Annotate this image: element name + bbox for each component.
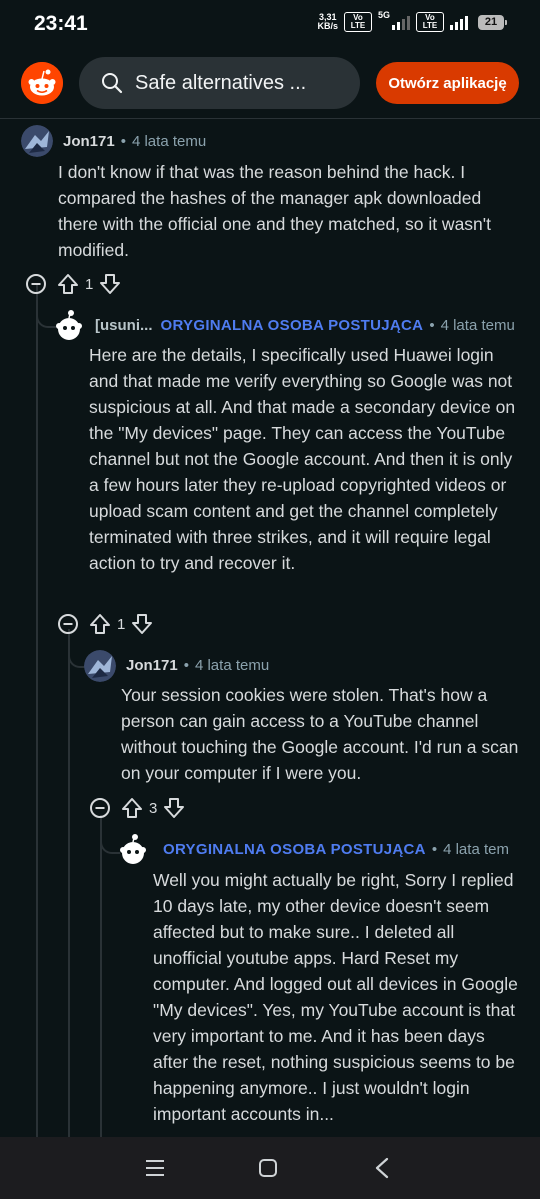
comment-meta: ORYGINALNA OSOBA POSTUJĄCA • 4 lata temu <box>155 841 510 858</box>
home-icon[interactable] <box>258 1158 278 1178</box>
clock: 23:41 <box>34 12 88 35</box>
reddit-logo-icon[interactable] <box>21 62 63 104</box>
volte-badge: Vo LTE <box>343 12 372 32</box>
open-app-button[interactable]: Otwórz aplikację <box>376 62 519 104</box>
back-icon[interactable] <box>373 1157 391 1179</box>
network-speed: 3,31 KB/s <box>317 13 338 31</box>
status-bar: 23:41 3,31 KB/s Vo LTE 5G Vo LTE 21 <box>0 0 540 48</box>
username[interactable]: [usuni... <box>95 317 153 334</box>
comment-body: Well you might actually be right, Sorry … <box>153 870 518 1124</box>
thread-line <box>100 819 102 1137</box>
recents-icon[interactable] <box>144 1158 166 1178</box>
network-type: 5G <box>377 10 390 20</box>
avatar[interactable] <box>84 650 116 682</box>
collapse-icon[interactable] <box>89 797 111 819</box>
username[interactable]: Jon171 <box>63 133 115 150</box>
comment-meta: Jon171 • 4 lata temu <box>63 133 207 150</box>
comment-meta: [usuni... ORYGINALNA OSOBA POSTUJĄCA • 4… <box>95 317 515 334</box>
search-text: Safe alternatives ... <box>135 71 307 94</box>
signal-icon <box>392 14 410 30</box>
comment-actions: 1 <box>25 270 123 298</box>
comment-body: Your session cookies were stolen. That's… <box>121 685 519 783</box>
vote-count: 1 <box>85 275 94 293</box>
search-bar[interactable]: Safe alternatives ... <box>79 57 360 109</box>
snoo-avatar-icon[interactable] <box>52 309 86 343</box>
vote-count: 3 <box>149 799 158 817</box>
username[interactable]: Jon171 <box>126 657 178 674</box>
thread-line <box>68 633 70 1137</box>
thread-line <box>36 289 38 1137</box>
system-nav-bar <box>0 1137 540 1199</box>
comment-body: Here are the details, I specifically use… <box>89 345 516 573</box>
search-icon <box>102 73 123 94</box>
timestamp: 4 lata temu <box>440 317 515 334</box>
vote-count: 1 <box>117 615 126 633</box>
upvote-icon[interactable] <box>87 612 113 636</box>
timestamp: 4 lata temu <box>443 841 510 858</box>
volte-badge-2: Vo LTE <box>416 12 444 32</box>
op-badge: ORYGINALNA OSOBA POSTUJĄCA <box>163 841 426 858</box>
collapse-icon[interactable] <box>57 613 79 635</box>
comment-actions: 3 <box>89 794 187 822</box>
snoo-avatar-icon[interactable] <box>116 833 150 867</box>
comment-actions: 1 <box>57 610 155 638</box>
upvote-icon[interactable] <box>119 796 145 820</box>
timestamp: 4 lata temu <box>131 133 207 150</box>
battery-icon: 21 <box>478 14 507 30</box>
op-badge: ORYGINALNA OSOBA POSTUJĄCA <box>160 317 424 334</box>
avatar[interactable] <box>21 125 53 157</box>
downvote-icon[interactable] <box>129 612 155 636</box>
comments-thread: Jon171 • 4 lata temu I don't know if tha… <box>0 119 540 1137</box>
signal-icon-2 <box>450 14 468 30</box>
collapse-icon[interactable] <box>25 273 47 295</box>
upvote-icon[interactable] <box>55 272 81 296</box>
downvote-icon[interactable] <box>161 796 187 820</box>
status-icons: 3,31 KB/s Vo LTE 5G Vo LTE 21 <box>317 10 507 32</box>
downvote-icon[interactable] <box>97 272 123 296</box>
comment-meta: Jon171 • 4 lata temu <box>126 657 270 674</box>
comment-body: I don't know if that was the reason behi… <box>58 162 491 260</box>
network-speed-unit: KB/s <box>317 21 338 31</box>
app-header: Safe alternatives ... Otwórz aplikację <box>0 48 540 119</box>
timestamp: 4 lata temu <box>194 657 270 674</box>
